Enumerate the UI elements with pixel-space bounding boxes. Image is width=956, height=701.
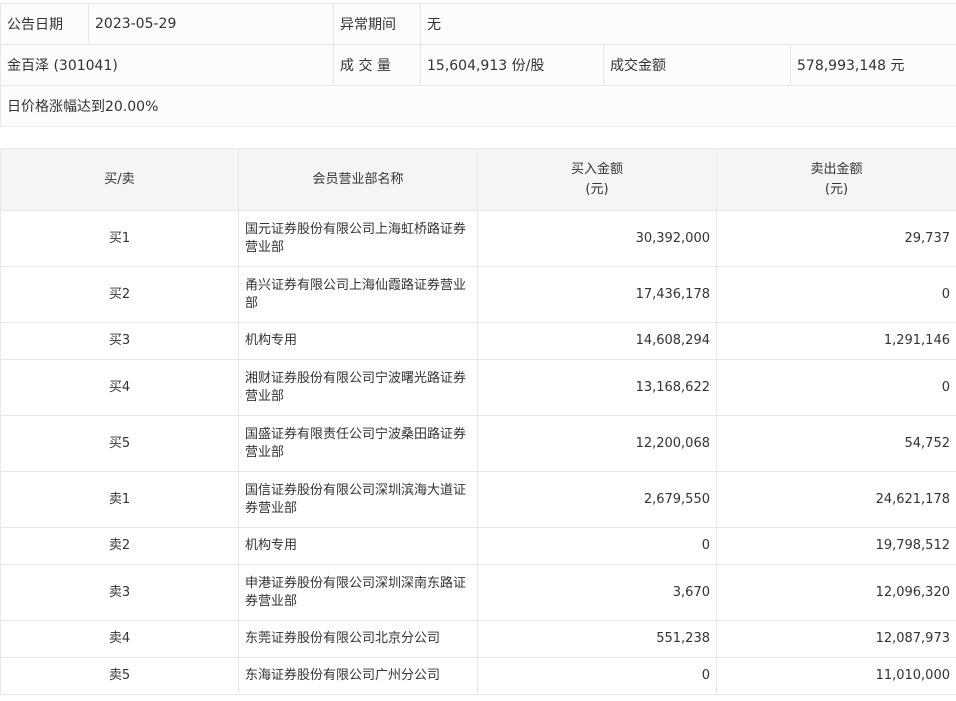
cell-side: 买3 <box>0 322 239 360</box>
summary-row-date: 公告日期 2023-05-29 异常期间 无 <box>0 3 956 45</box>
table-row: 卖3 申港证券股份有限公司深圳深南东路证券营业部 3,670 12,096,320 <box>0 564 956 621</box>
cell-name: 申港证券股份有限公司深圳深南东路证券营业部 <box>238 564 478 621</box>
cell-sell: 24,621,178 <box>716 471 956 528</box>
cell-sell: 0 <box>716 266 956 323</box>
table-row: 卖4 东莞证券股份有限公司北京分公司 551,238 12,087,973 <box>0 620 956 658</box>
header-buy-label: 买入金额 <box>570 161 623 177</box>
period-label: 异常期间 <box>333 3 421 45</box>
table-row: 买1 国元证券股份有限公司上海虹桥路证券营业部 30,392,000 29,737 <box>0 210 956 267</box>
stock-name: 金百泽 (301041) <box>0 44 334 86</box>
table-row: 卖2 机构专用 0 19,798,512 <box>0 527 956 565</box>
broker-table: 买/卖 会员营业部名称 买入金额 (元) 卖出金额 (元) 买1 国元证券股份有限公司… <box>0 148 956 695</box>
cell-name: 东莞证券股份有限公司北京分公司 <box>238 620 478 658</box>
cell-buy: 3,670 <box>477 564 717 621</box>
cell-buy: 551,238 <box>477 620 717 658</box>
cell-sell: 19,798,512 <box>716 527 956 565</box>
table-row: 卖1 国信证券股份有限公司深圳滨海大道证券营业部 2,679,550 24,621,1… <box>0 471 956 528</box>
table-row: 买4 湘财证券股份有限公司宁波曙光路证券营业部 13,168,622 0 <box>0 359 956 416</box>
header-side: 买/卖 <box>0 148 239 211</box>
cell-name: 湘财证券股份有限公司宁波曙光路证券营业部 <box>238 359 478 416</box>
amount-value: 578,993,148 元 <box>790 44 956 86</box>
reason-text: 日价格涨幅达到20.00% <box>0 85 956 127</box>
table-row: 卖5 东海证券股份有限公司广州分公司 0 11,010,000 <box>0 657 956 695</box>
date-value: 2023-05-29 <box>88 3 334 45</box>
summary-row-reason: 日价格涨幅达到20.00% <box>0 85 956 127</box>
cell-buy: 0 <box>477 657 717 695</box>
cell-sell: 12,087,973 <box>716 620 956 658</box>
cell-buy: 12,200,068 <box>477 415 717 472</box>
cell-name: 国信证券股份有限公司深圳滨海大道证券营业部 <box>238 471 478 528</box>
cell-sell: 11,010,000 <box>716 657 956 695</box>
cell-side: 卖2 <box>0 527 239 565</box>
cell-sell: 29,737 <box>716 210 956 267</box>
cell-name: 机构专用 <box>238 527 478 565</box>
cell-side: 卖3 <box>0 564 239 621</box>
cell-side: 买5 <box>0 415 239 472</box>
cell-name: 东海证券股份有限公司广州分公司 <box>238 657 478 695</box>
header-buy-unit: (元) <box>585 181 609 197</box>
cell-name: 国元证券股份有限公司上海虹桥路证券营业部 <box>238 210 478 267</box>
cell-side: 买2 <box>0 266 239 323</box>
summary-table: 公告日期 2023-05-29 异常期间 无 金百泽 (301041) 成 交 … <box>0 3 956 127</box>
header-sell-label: 卖出金额 <box>810 161 863 177</box>
cell-name: 机构专用 <box>238 322 478 360</box>
cell-side: 卖4 <box>0 620 239 658</box>
cell-side: 买1 <box>0 210 239 267</box>
cell-name: 国盛证券有限责任公司宁波桑田路证券营业部 <box>238 415 478 472</box>
table-row: 买2 甬兴证券有限公司上海仙霞路证券营业部 17,436,178 0 <box>0 266 956 323</box>
cell-buy: 0 <box>477 527 717 565</box>
date-label: 公告日期 <box>0 3 89 45</box>
header-broker: 会员营业部名称 <box>238 148 478 211</box>
cell-side: 卖5 <box>0 657 239 695</box>
volume-label: 成 交 量 <box>333 44 421 86</box>
table-row: 买5 国盛证券有限责任公司宁波桑田路证券营业部 12,200,068 54,752 <box>0 415 956 472</box>
cell-sell: 0 <box>716 359 956 416</box>
summary-row-volume: 金百泽 (301041) 成 交 量 15,604,913 份/股 成交金额 5… <box>0 44 956 86</box>
cell-buy: 2,679,550 <box>477 471 717 528</box>
header-buy: 买入金额 (元) <box>477 148 717 211</box>
period-value: 无 <box>420 3 956 45</box>
table-header: 买/卖 会员营业部名称 买入金额 (元) 卖出金额 (元) <box>0 148 956 211</box>
volume-value: 15,604,913 份/股 <box>420 44 604 86</box>
cell-sell: 54,752 <box>716 415 956 472</box>
cell-buy: 13,168,622 <box>477 359 717 416</box>
amount-label: 成交金额 <box>603 44 791 86</box>
cell-side: 卖1 <box>0 471 239 528</box>
cell-buy: 17,436,178 <box>477 266 717 323</box>
header-sell: 卖出金额 (元) <box>716 148 956 211</box>
cell-sell: 12,096,320 <box>716 564 956 621</box>
cell-sell: 1,291,146 <box>716 322 956 360</box>
table-row: 买3 机构专用 14,608,294 1,291,146 <box>0 322 956 360</box>
header-sell-unit: (元) <box>824 181 849 197</box>
cell-buy: 14,608,294 <box>477 322 717 360</box>
cell-side: 买4 <box>0 359 239 416</box>
cell-name: 甬兴证券有限公司上海仙霞路证券营业部 <box>238 266 478 323</box>
cell-buy: 30,392,000 <box>477 210 717 267</box>
